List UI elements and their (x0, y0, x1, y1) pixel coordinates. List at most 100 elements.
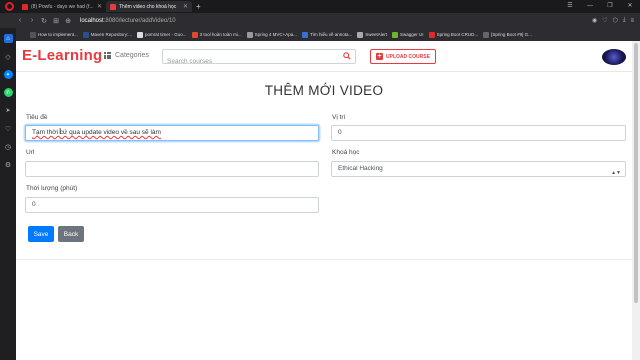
heart-icon[interactable]: ♡ (602, 17, 607, 24)
bookmark-item[interactable]: Maven Repository:... (82, 31, 133, 38)
tab-powfu[interactable]: (8) Powfu - days we had (f... ✕ (18, 1, 106, 12)
maximize-icon[interactable]: ❐ (600, 0, 620, 13)
upload-course-label: UPLOAD COURSE (386, 53, 430, 60)
home-icon[interactable]: ⌂ (3, 34, 13, 43)
bookmark-label: How to implement... (38, 32, 78, 37)
title-input[interactable]: Tạm thời cứ qua update video về sau sẽ l… (25, 125, 319, 141)
bookmark-label: Maven Repository:... (90, 32, 133, 37)
bookmark-favicon-icon (137, 31, 144, 38)
categories-label: Categories (115, 52, 149, 59)
brand-logo[interactable]: E-Learning (22, 47, 102, 64)
upload-course-button[interactable]: + UPLOAD COURSE (370, 49, 436, 64)
bookmark-item[interactable]: [Spring Boot #9] G... (483, 31, 532, 38)
bookmark-label: 3 tool hoàn toàn mi... (199, 32, 242, 37)
search-icon[interactable] (343, 52, 351, 60)
bookmark-favicon-icon (357, 31, 364, 38)
bookmark-item[interactable]: 3 tool hoàn toàn mi... (191, 31, 242, 38)
settings-gear-icon[interactable]: ⚙ (4, 160, 13, 169)
bookmark-item[interactable]: How to implement... (30, 31, 78, 38)
save-button[interactable]: Save (28, 226, 54, 242)
bookmark-item[interactable]: Spring Boot CRUD... (428, 31, 479, 38)
url-label: Url (26, 149, 35, 156)
title-label: Tiêu đề (26, 114, 48, 121)
bookmark-favicon-icon (191, 31, 198, 38)
categories-menu[interactable]: Categories (104, 52, 149, 59)
site-favicon-icon (110, 3, 116, 10)
divider (16, 259, 632, 260)
title-input-value: Tạm thời cứ qua update video về sau sẽ l… (32, 129, 161, 136)
bookmark-label: [Spring Boot #9] G... (491, 32, 532, 37)
camera-icon[interactable]: ◉ (592, 17, 597, 24)
url-path: :8080/lecturer/addVideo/10 (103, 17, 176, 24)
history-icon[interactable]: ◷ (4, 142, 13, 151)
bookmark-label: pomrat timer - Goo... (145, 32, 187, 37)
bookmark-item[interactable]: SweetAlert (357, 31, 388, 38)
youtube-favicon-icon (22, 3, 28, 10)
close-tab-icon[interactable]: ✕ (97, 3, 102, 10)
tab-add-video[interactable]: Thêm video cho khoá học ✕ (106, 1, 192, 12)
chevron-down-icon: ▲▼ (611, 170, 621, 176)
search-input[interactable] (163, 55, 333, 68)
url-input[interactable] (25, 161, 319, 177)
url-field[interactable]: localhost:8080/lecturer/addVideo/10 (80, 18, 176, 24)
send-icon[interactable]: ➤ (4, 106, 13, 115)
tab-title: Thêm video cho khoá học (119, 3, 177, 10)
course-select-value: Ethical Hacking (338, 165, 383, 172)
bookmark-item[interactable]: pomrat timer - Goo... (137, 31, 187, 38)
position-input-value: 0 (338, 129, 342, 136)
download-icon[interactable]: ⤓ (623, 17, 626, 24)
opera-logo-icon[interactable] (5, 2, 14, 11)
position-input[interactable]: 0 (331, 125, 626, 141)
address-bar: ‹ › ↻ ⊞ ⊕ localhost:8080/lecturer/addVid… (0, 13, 640, 28)
reload-icon[interactable]: ↻ (38, 17, 50, 25)
messenger-icon[interactable]: ✦ (3, 70, 13, 79)
bookmarks-bar: How to implement... Maven Repository:...… (16, 28, 640, 41)
favorites-icon[interactable]: ♡ (4, 124, 13, 133)
back-button[interactable]: Back (58, 226, 84, 242)
address-bar-actions: ◉ ♡ ⬡ ⤓ ≡ (592, 13, 634, 28)
extensions-icon[interactable]: ⬡ (613, 17, 618, 24)
avatar[interactable] (602, 49, 626, 65)
speed-dial-icon[interactable]: ⊞ (50, 17, 62, 25)
browser-sidebar: ⌂ ◇ ✦ ✆ ➤ ♡ ◷ ⚙ (0, 28, 16, 360)
site-info-icon[interactable]: ⊕ (62, 17, 74, 25)
bookmark-item[interactable]: Tìm hiểu về annota... (302, 31, 353, 38)
bookmark-favicon-icon (392, 31, 399, 38)
close-window-icon[interactable]: ✕ (620, 0, 640, 13)
new-tab-icon[interactable]: + (196, 2, 201, 11)
browser-tab-strip: (8) Powfu - days we had (f... ✕ Thêm vid… (0, 0, 640, 13)
bookmark-favicon-icon (82, 31, 89, 38)
forward-icon[interactable]: › (26, 17, 38, 24)
course-label: Khoá học (332, 149, 360, 156)
bookmark-item[interactable]: Spring 4 MVC+Apa... (246, 31, 297, 38)
position-label: Vị trí (332, 114, 346, 121)
plus-icon: + (376, 53, 384, 60)
back-icon[interactable]: ‹ (14, 17, 26, 24)
minimize-icon[interactable]: — (580, 0, 600, 13)
bookmark-label: Tìm hiểu về annota... (310, 32, 353, 37)
workspaces-icon[interactable]: ◇ (4, 52, 13, 61)
bookmark-favicon-icon (246, 31, 253, 38)
bookmark-favicon-icon (483, 31, 490, 38)
url-host: localhost (80, 17, 104, 24)
whatsapp-icon[interactable]: ✆ (3, 88, 13, 97)
bookmark-item[interactable]: Swagger UI (392, 31, 424, 38)
duration-input[interactable]: 0 (25, 197, 319, 213)
tab-title: (8) Powfu - days we had (f... (31, 3, 94, 10)
bookmark-label: SweetAlert (365, 32, 388, 37)
grid-icon (104, 52, 111, 59)
page-title: THÊM MỚI VIDEO (264, 83, 384, 98)
scrollbar-thumb[interactable] (634, 43, 638, 303)
bookmark-label: Swagger UI (400, 32, 424, 37)
close-tab-icon[interactable]: ✕ (183, 3, 188, 10)
page-scrollbar[interactable] (632, 41, 640, 360)
window-controls: ☰ — ❐ ✕ (560, 0, 640, 13)
bookmark-favicon-icon (30, 31, 36, 38)
search-tabs-icon[interactable]: ☰ (560, 0, 580, 13)
bookmark-label: Spring Boot CRUD... (436, 32, 479, 37)
course-select[interactable]: Ethical Hacking ▲▼ (331, 161, 626, 177)
bookmark-favicon-icon (302, 31, 308, 38)
duration-input-value: 0 (32, 201, 36, 208)
menu-icon[interactable]: ≡ (630, 18, 634, 24)
search-box (162, 49, 356, 68)
